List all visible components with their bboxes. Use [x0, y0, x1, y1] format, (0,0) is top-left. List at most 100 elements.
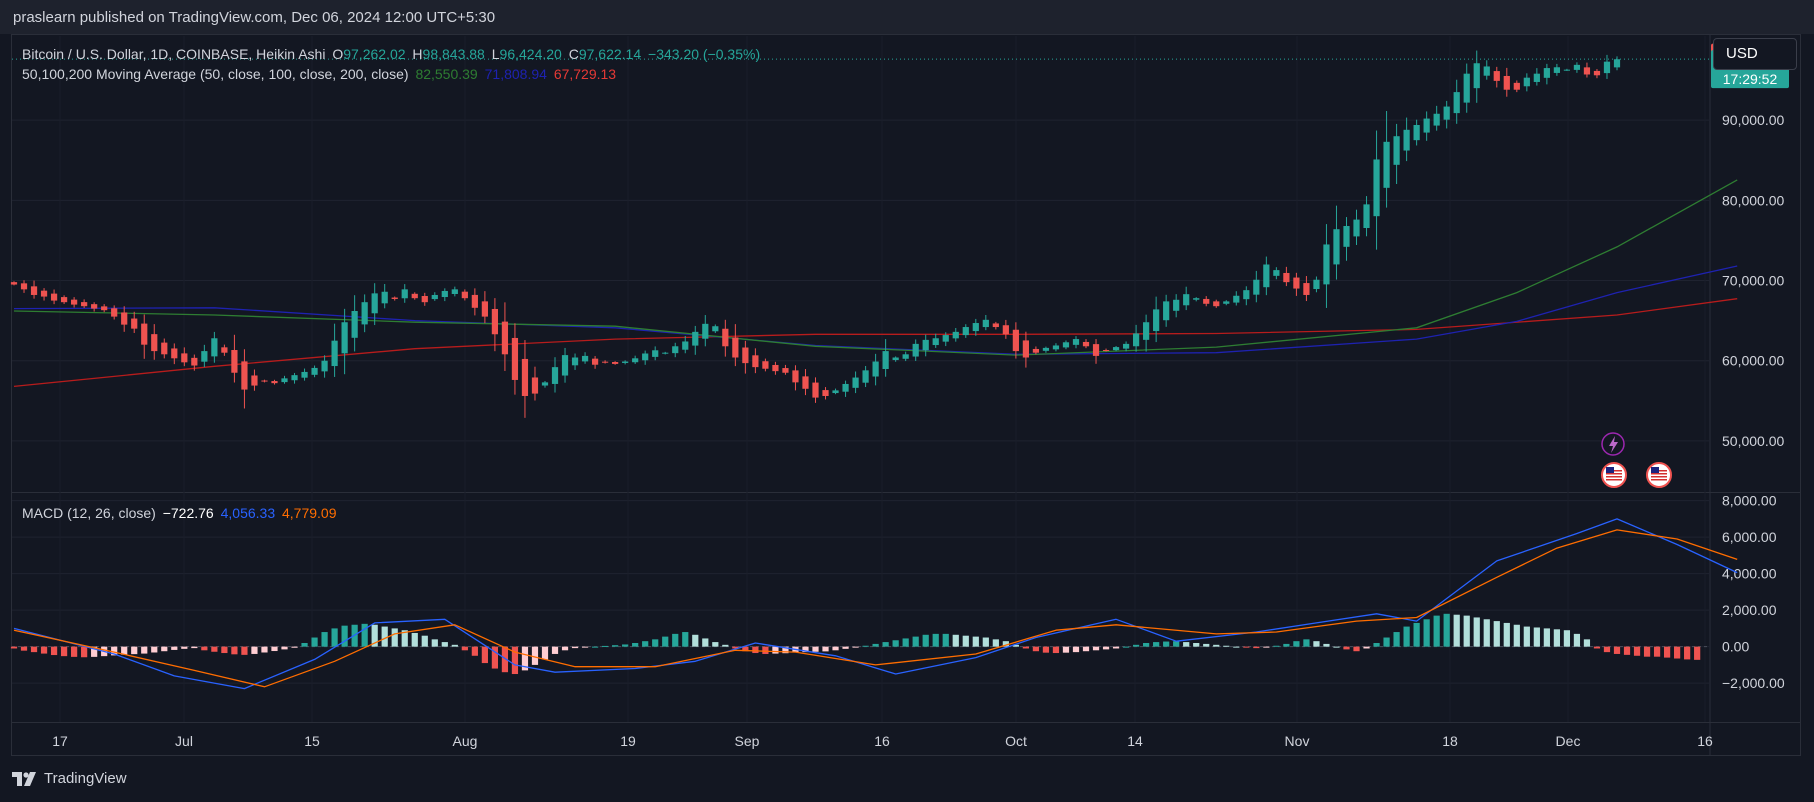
macd-histogram-bar [1663, 646, 1671, 658]
candle-body [622, 361, 629, 363]
macd-histogram-bar [471, 646, 478, 656]
candle-body [802, 376, 809, 389]
macd-histogram-bar [892, 640, 899, 647]
candle-body [81, 302, 88, 307]
macd-histogram-bar [1674, 646, 1681, 659]
candle-body [1213, 301, 1220, 307]
candle-body [1183, 294, 1190, 306]
macd-histogram-bar [1203, 643, 1210, 647]
open-label: O [332, 46, 344, 62]
candle-body [441, 290, 448, 298]
candle-body [1112, 347, 1120, 351]
candle-body [1313, 279, 1320, 290]
candle-body [972, 323, 979, 332]
macd-histogram-bar [1143, 643, 1150, 647]
macd-histogram-bar [1132, 644, 1140, 647]
candle-body [171, 348, 178, 359]
time-tick-label: 14 [1127, 733, 1143, 749]
flag-stripe [1606, 479, 1622, 481]
macd-tick-label: 0.00 [1722, 639, 1749, 655]
candle-body [792, 370, 799, 383]
candle-body [872, 361, 879, 377]
candle-body [161, 342, 168, 355]
footer-brand[interactable]: TradingView [12, 770, 127, 787]
candle-body [832, 390, 839, 394]
candle-body [742, 347, 749, 364]
candle-body [1453, 92, 1460, 114]
candle-body [752, 355, 759, 368]
candle-body [1383, 141, 1390, 188]
macd-histogram-bar [1173, 641, 1180, 647]
candle-body [812, 382, 819, 398]
macd-histogram-bar [181, 646, 188, 649]
macd-histogram-bar [772, 646, 779, 654]
macd-histogram-bar [201, 646, 208, 651]
candle-body [1203, 298, 1210, 304]
macd-histogram-bar [551, 646, 559, 654]
macd-histogram-bar [1573, 633, 1581, 647]
candle-body [1533, 73, 1540, 82]
macd-histogram-bar [952, 634, 959, 647]
candle-body [111, 308, 118, 317]
macd-histogram-bar [1443, 613, 1450, 647]
macd-title: MACD (12, 26, close) [22, 505, 156, 521]
macd-histogram-bar [1383, 637, 1390, 647]
candle-body [602, 361, 609, 363]
ma50-value: 82,550.39 [415, 66, 478, 82]
macd-histogram-bar [171, 646, 178, 650]
ma100-value: 71,808.94 [484, 66, 547, 82]
macd-histogram-bar [1293, 641, 1300, 647]
macd-histogram-bar [1213, 644, 1220, 647]
macd-histogram-bar [1493, 621, 1500, 647]
macd-histogram-bar [1283, 643, 1290, 647]
candle-body [732, 337, 739, 358]
macd-histogram-bar [1533, 627, 1540, 647]
candle-body [1573, 64, 1581, 70]
chart-canvas[interactable]: 90,000.00 80,000.00 70,000.00 60,000.00 50,0… [0, 0, 1814, 802]
macd-histogram-bar [1653, 646, 1661, 657]
candle-body [251, 375, 258, 386]
candle-body [221, 347, 228, 353]
candle-body [1002, 325, 1009, 335]
candle-body [1443, 106, 1450, 120]
macd-histogram-bar [992, 639, 999, 647]
candle-body [20, 283, 28, 290]
candle-body [331, 340, 338, 367]
candle-body [1503, 75, 1510, 90]
macd-histogram-bar [912, 636, 919, 647]
macd-histogram-bar [1403, 626, 1410, 647]
candle-body [1092, 344, 1100, 356]
candle-body [471, 294, 478, 308]
candle-body [1563, 69, 1571, 71]
candle-body [71, 299, 78, 305]
candle-body [401, 289, 408, 299]
candle-body [1463, 73, 1470, 103]
candle-body [952, 331, 959, 339]
candle-body [1613, 59, 1621, 68]
macd-histogram-bar [822, 646, 829, 652]
macd-histogram-bar [161, 646, 168, 652]
candle-body [1173, 299, 1180, 311]
macd-histogram-bar [141, 646, 148, 654]
candle-body [1593, 70, 1601, 76]
currency-button[interactable]: USD [1713, 38, 1797, 70]
macd-histogram-bar [752, 646, 759, 654]
candle-body [722, 328, 729, 347]
candle-body [201, 351, 208, 362]
macd-histogram-bar [1122, 646, 1130, 648]
macd-histogram-bar [652, 639, 659, 647]
macd-histogram-bar [281, 646, 288, 650]
candle-body [281, 378, 288, 383]
macd-histogram-bar [1313, 641, 1320, 647]
candle-body [1293, 277, 1300, 289]
macd-histogram-bar [962, 635, 969, 647]
ma-title: 50,100,200 Moving Average (50, close, 10… [22, 66, 409, 82]
time-tick-label: 17 [52, 733, 68, 749]
macd-histogram-bar [311, 637, 318, 647]
candle-body [1082, 341, 1090, 347]
time-tick-label: Nov [1285, 733, 1310, 749]
candle-body [101, 306, 108, 311]
candle-body [1523, 77, 1530, 87]
macd-histogram-bar [291, 646, 298, 648]
candle-body [181, 353, 188, 363]
